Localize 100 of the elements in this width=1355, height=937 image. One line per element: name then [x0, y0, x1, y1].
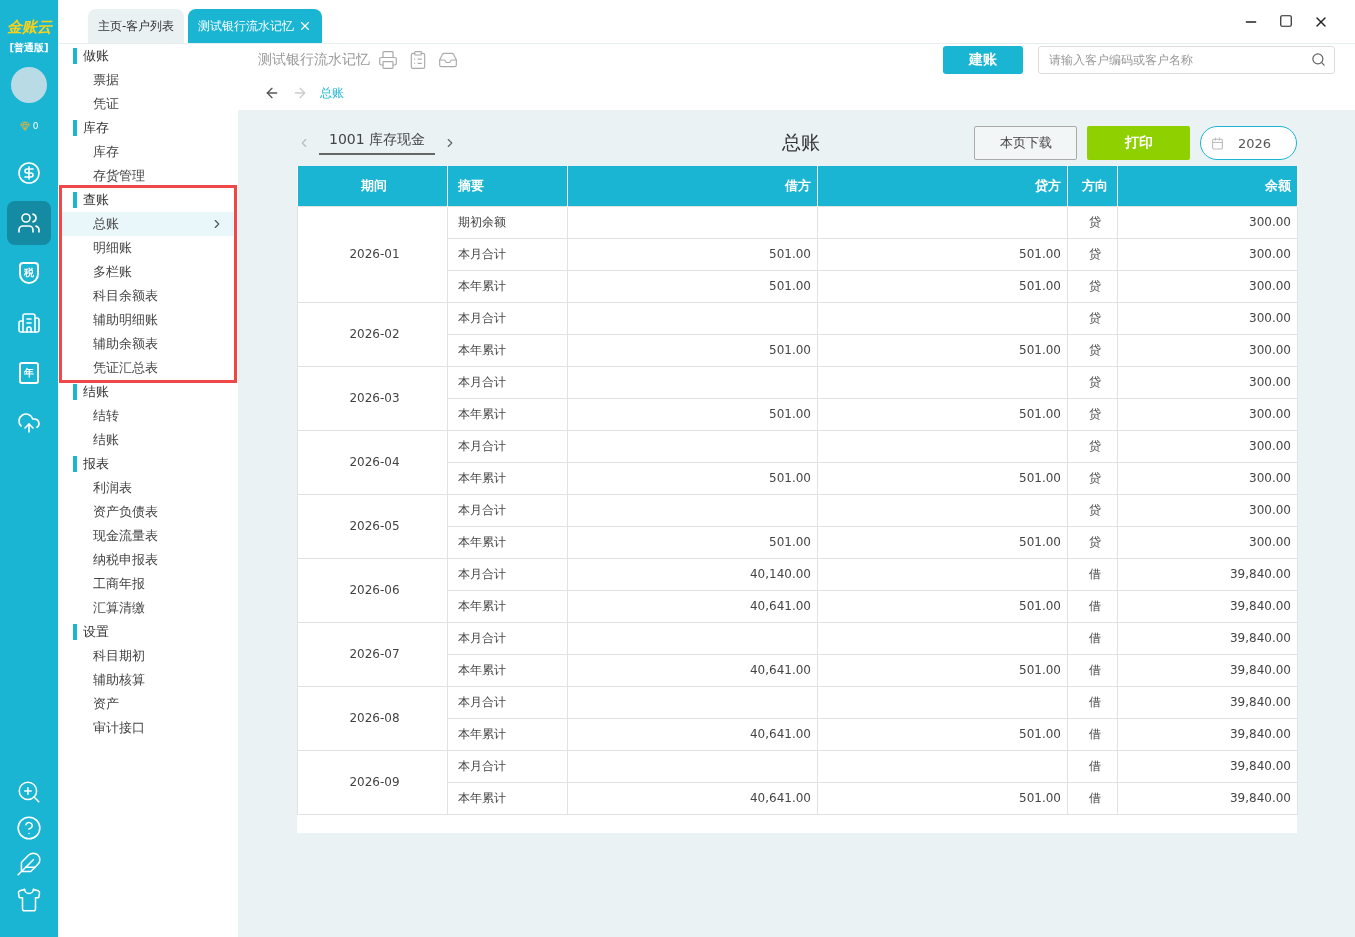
table-cell: 本年累计: [447, 718, 568, 750]
menu-section-title: 设置: [73, 624, 234, 640]
table-cell: 300.00: [1117, 270, 1298, 302]
table-cell: 300.00: [1117, 238, 1298, 270]
table-cell: 借: [1067, 750, 1118, 782]
column-header: 贷方: [817, 166, 1068, 206]
table-cell: 501.00: [567, 526, 818, 558]
table-cell: 贷: [1067, 494, 1118, 526]
table-cell: 贷: [1067, 206, 1118, 238]
cloud-upload-icon: [17, 411, 41, 435]
avatar[interactable]: [11, 67, 47, 103]
table-cell: 39,840.00: [1117, 622, 1298, 654]
table-cell: 501.00: [817, 270, 1068, 302]
table-cell: 300.00: [1117, 430, 1298, 462]
table-cell: 300.00: [1117, 526, 1298, 558]
menu-item[interactable]: 总账: [62, 212, 234, 236]
back-arrow-icon[interactable]: [264, 85, 280, 101]
table-cell: 本年累计: [447, 462, 568, 494]
help-icon[interactable]: [16, 815, 42, 841]
tab[interactable]: 主页-客户列表: [88, 9, 185, 43]
inbox-icon[interactable]: [438, 50, 458, 70]
menu-item[interactable]: 资产负债表: [62, 500, 234, 524]
menu-item[interactable]: 利润表: [62, 476, 234, 500]
points-count: 0: [32, 121, 39, 131]
table-cell: 借: [1067, 590, 1118, 622]
table-cell: 贷: [1067, 302, 1118, 334]
table-cell: 501.00: [817, 238, 1068, 270]
menu-item[interactable]: 科目余额表: [62, 284, 234, 308]
menu-item[interactable]: 工商年报: [62, 572, 234, 596]
menu-item[interactable]: 结账: [62, 428, 234, 452]
menu-item[interactable]: 票据: [62, 68, 234, 92]
table-cell: 39,840.00: [1117, 750, 1298, 782]
column-header: 摘要: [447, 166, 568, 206]
menu-item[interactable]: 明细账: [62, 236, 234, 260]
menu-item[interactable]: 辅助余额表: [62, 332, 234, 356]
menu-item[interactable]: 凭证: [62, 92, 234, 116]
table-cell: 贷: [1067, 270, 1118, 302]
table-cell: 本月合计: [447, 430, 568, 462]
table-cell: 2026-09: [297, 750, 448, 814]
users-icon: [17, 211, 41, 235]
table-cell: 300.00: [1117, 462, 1298, 494]
download-button[interactable]: 本页下载: [974, 126, 1077, 160]
table-cell: 本月合计: [447, 558, 568, 590]
table-cell: 39,840.00: [1117, 558, 1298, 590]
table-cell: 本月合计: [447, 366, 568, 398]
logo: 金账云: [6, 18, 52, 37]
table-cell: 本月合计: [447, 238, 568, 270]
maximize-icon[interactable]: [1279, 13, 1293, 28]
menu-section-title: 库存: [73, 120, 234, 136]
table-cell: 39,840.00: [1117, 782, 1298, 814]
calendar-icon: [1211, 136, 1224, 150]
menu-item[interactable]: 纳税申报表: [62, 548, 234, 572]
menu-section-title: 做账: [73, 48, 234, 64]
table-cell: 300.00: [1117, 302, 1298, 334]
rail-button[interactable]: [7, 201, 51, 245]
table-cell: 借: [1067, 782, 1118, 814]
table-cell: 2026-03: [297, 366, 448, 430]
table-cell: 2026-08: [297, 686, 448, 750]
column-header: 方向: [1067, 166, 1118, 206]
feather-icon[interactable]: [16, 851, 42, 877]
search-icon[interactable]: [1311, 52, 1326, 67]
search-field[interactable]: 请输入客户编码或客户名称: [1038, 46, 1335, 74]
menu-item[interactable]: 结转: [62, 404, 234, 428]
table-cell: 贷: [1067, 430, 1118, 462]
report-title: 总账: [780, 130, 821, 155]
table-cell: 39,840.00: [1117, 590, 1298, 622]
menu-item[interactable]: 汇算清缴: [62, 596, 234, 620]
menu-item[interactable]: 凭证汇总表: [62, 356, 234, 380]
menu-item[interactable]: 库存: [62, 140, 234, 164]
menu-item[interactable]: 现金流量表: [62, 524, 234, 548]
menu-item[interactable]: 科目期初: [62, 644, 234, 668]
forward-arrow-icon[interactable]: [292, 85, 308, 101]
table-cell: 借: [1067, 686, 1118, 718]
menu-item[interactable]: 辅助明细账: [62, 308, 234, 332]
table-cell: 2026-05: [297, 494, 448, 558]
table-cell: 501.00: [567, 334, 818, 366]
menu-item[interactable]: 审计接口: [62, 716, 234, 740]
table-cell: 39,840.00: [1117, 654, 1298, 686]
menu-item[interactable]: 资产: [62, 692, 234, 716]
printer-icon[interactable]: [378, 50, 398, 70]
table-cell: 本月合计: [447, 622, 568, 654]
menu-item[interactable]: 多栏账: [62, 260, 234, 284]
zoom-in-icon[interactable]: [16, 779, 42, 805]
table-cell: 贷: [1067, 462, 1118, 494]
table-cell: 本年累计: [447, 398, 568, 430]
table-cell: 本月合计: [447, 750, 568, 782]
column-header: 余额: [1117, 166, 1298, 206]
account-selector[interactable]: 1001 库存现金: [319, 131, 436, 155]
table-cell: 40,641.00: [567, 782, 818, 814]
clipboard-icon[interactable]: [408, 50, 428, 70]
table-cell: 贷: [1067, 334, 1118, 366]
table-cell: 本年累计: [447, 334, 568, 366]
shirt-icon[interactable]: [16, 887, 42, 913]
year-picker[interactable]: 2026: [1200, 126, 1297, 160]
table-cell: 40,641.00: [567, 718, 818, 750]
table-cell: 300.00: [1117, 206, 1298, 238]
menu-item[interactable]: 辅助核算: [62, 668, 234, 692]
menu-item[interactable]: 存货管理: [62, 164, 234, 188]
year-report-icon: 年: [19, 362, 39, 384]
table-cell: 501.00: [817, 782, 1068, 814]
